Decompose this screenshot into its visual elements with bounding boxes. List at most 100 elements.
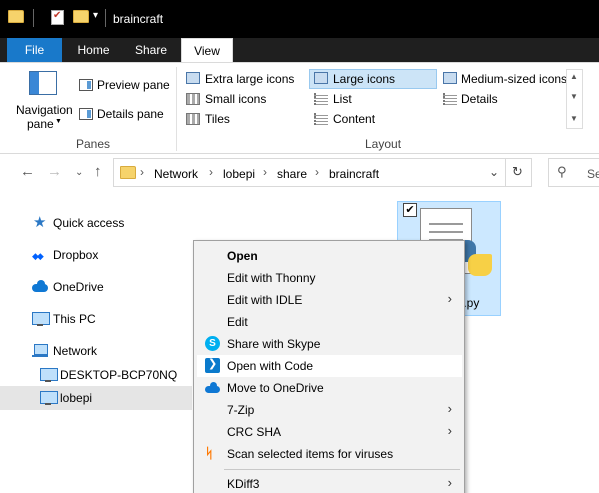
ribbon: Navigation pane ▼ Preview pane Details p…	[0, 62, 599, 154]
dropbox-icon	[32, 248, 48, 262]
menu-item-label: Share with Skype	[227, 337, 321, 351]
submenu-arrow-icon: ›	[447, 291, 452, 306]
layout-group-label: Layout	[365, 137, 402, 151]
details-icon	[443, 93, 457, 105]
breadcrumb-network[interactable]: Network	[154, 167, 198, 181]
nav-onedrive[interactable]: OneDrive	[0, 275, 192, 299]
layout-details[interactable]: Details	[461, 92, 498, 106]
properties-icon[interactable]	[51, 10, 64, 25]
menu-item-label: Open with Code	[227, 359, 314, 373]
nav-dropbox[interactable]: Dropbox	[0, 243, 192, 267]
customize-quick-access-icon[interactable]: ▾	[93, 10, 98, 21]
address-bar[interactable]: › Network › lobepi › share › braincraft …	[113, 158, 532, 187]
tab-home[interactable]: Home	[66, 38, 121, 62]
computer-icon	[32, 312, 50, 326]
menu-item-7zip[interactable]: 7-Zip ›	[197, 399, 462, 421]
submenu-arrow-icon: ›	[447, 423, 452, 438]
menu-item-edit-with-thonny[interactable]: Edit with Thonny	[197, 267, 462, 289]
avast-icon: ᛋ	[205, 445, 214, 461]
breadcrumb-separator[interactable]: ›	[315, 165, 319, 179]
menu-item-label: Edit	[227, 315, 248, 329]
onedrive-icon	[205, 380, 220, 395]
vscode-icon	[205, 357, 220, 373]
nav-desktop-bcp70nq[interactable]: DESKTOP-BCP70NQ	[0, 363, 192, 387]
address-bar-row: ← → ⌄ ↑ › Network › lobepi › share › bra…	[0, 155, 599, 191]
nav-this-pc[interactable]: This PC	[0, 307, 192, 331]
title-bar: ▾ braincraft	[0, 0, 599, 38]
nav-quick-access[interactable]: ★ Quick access	[0, 211, 192, 235]
selection-checkbox[interactable]: ✔	[403, 203, 417, 217]
layout-list[interactable]: List	[333, 92, 352, 106]
menu-item-label: Open	[227, 249, 258, 263]
refresh-icon[interactable]: ↻	[512, 164, 523, 180]
nav-label: lobepi	[60, 391, 93, 405]
preview-pane-icon	[79, 79, 93, 91]
chevron-down-icon[interactable]: ▼	[570, 92, 578, 101]
tiles-icon	[186, 113, 200, 125]
layout-medium-icons[interactable]: Medium-sized icons	[461, 72, 567, 86]
breadcrumb-lobepi[interactable]: lobepi	[223, 167, 255, 181]
breadcrumb-braincraft[interactable]: braincraft	[329, 167, 379, 181]
menu-item-kdiff3[interactable]: KDiff3 ›	[197, 473, 462, 493]
group-divider	[176, 67, 177, 151]
panes-group-label: Panes	[76, 137, 111, 151]
menu-item-label: Move to OneDrive	[227, 381, 324, 395]
layout-content[interactable]: Content	[333, 112, 375, 126]
up-arrow-icon[interactable]: ↑	[94, 163, 102, 180]
back-arrow-icon[interactable]: ←	[20, 163, 35, 180]
nav-label: Network	[53, 344, 98, 358]
recent-locations-icon[interactable]: ⌄	[75, 167, 83, 178]
layout-extra-large-icons[interactable]: Extra large icons	[205, 72, 294, 86]
large-icons-icon	[314, 72, 328, 84]
layout-large-icons[interactable]: Large icons	[333, 72, 395, 86]
search-box[interactable]: ⚲ Se	[548, 158, 599, 187]
list-icon	[314, 93, 328, 105]
details-pane-icon	[79, 108, 93, 120]
nav-network[interactable]: Network	[0, 339, 192, 363]
tab-file[interactable]: File	[7, 38, 62, 62]
menu-item-scan-for-viruses[interactable]: ᛋ Scan selected items for viruses	[197, 443, 462, 465]
tab-share[interactable]: Share	[125, 38, 177, 62]
menu-item-edit[interactable]: Edit	[197, 311, 462, 333]
nav-label: DESKTOP-BCP70NQ	[60, 368, 178, 382]
forward-arrow-icon[interactable]: →	[47, 163, 62, 180]
menu-item-label: KDiff3	[227, 477, 260, 491]
tab-view[interactable]: View	[181, 38, 233, 63]
menu-item-open[interactable]: Open	[197, 245, 462, 267]
ribbon-tab-row: File Home Share View	[0, 38, 599, 63]
breadcrumb-separator[interactable]: ›	[140, 165, 144, 179]
menu-item-move-to-onedrive[interactable]: Move to OneDrive	[197, 377, 462, 399]
menu-item-share-with-skype[interactable]: S Share with Skype	[197, 333, 462, 355]
submenu-arrow-icon: ›	[447, 475, 452, 490]
nav-lobepi[interactable]: lobepi	[0, 386, 192, 410]
layout-small-icons[interactable]: Small icons	[205, 92, 266, 106]
divider	[33, 9, 34, 27]
menu-item-crc-sha[interactable]: CRC SHA ›	[197, 421, 462, 443]
breadcrumb-share[interactable]: share	[277, 167, 307, 181]
new-folder-icon[interactable]	[73, 10, 89, 23]
small-icons-icon	[186, 93, 200, 105]
menu-item-label: Edit with Thonny	[227, 271, 316, 285]
extra-large-icons-icon	[186, 72, 200, 84]
navigation-pane-button-line2[interactable]: pane	[27, 117, 54, 131]
breadcrumb-separator[interactable]: ›	[209, 165, 213, 179]
address-dropdown-icon[interactable]: ⌄	[489, 165, 499, 179]
menu-item-label: Scan selected items for viruses	[227, 447, 394, 461]
menu-item-edit-with-idle[interactable]: Edit with IDLE ›	[197, 289, 462, 311]
navigation-pane-icon[interactable]	[29, 71, 57, 95]
layout-gallery-scroll[interactable]: ▲ ▼ ▼	[566, 69, 583, 129]
menu-item-label: 7-Zip	[227, 403, 255, 417]
divider	[505, 159, 506, 186]
menu-item-label: Edit with IDLE	[227, 293, 303, 307]
menu-separator	[224, 469, 460, 470]
expand-gallery-icon[interactable]: ▼	[570, 114, 578, 123]
menu-item-open-with-code[interactable]: Open with Code	[197, 355, 462, 377]
details-pane-button[interactable]: Details pane	[97, 107, 164, 121]
nav-label: Dropbox	[53, 248, 99, 262]
preview-pane-button[interactable]: Preview pane	[97, 78, 170, 92]
navigation-pane-button[interactable]: Navigation	[16, 103, 73, 117]
chevron-down-icon[interactable]: ▼	[55, 118, 62, 125]
layout-tiles[interactable]: Tiles	[205, 112, 230, 126]
breadcrumb-separator[interactable]: ›	[263, 165, 267, 179]
chevron-up-icon[interactable]: ▲	[570, 72, 578, 81]
